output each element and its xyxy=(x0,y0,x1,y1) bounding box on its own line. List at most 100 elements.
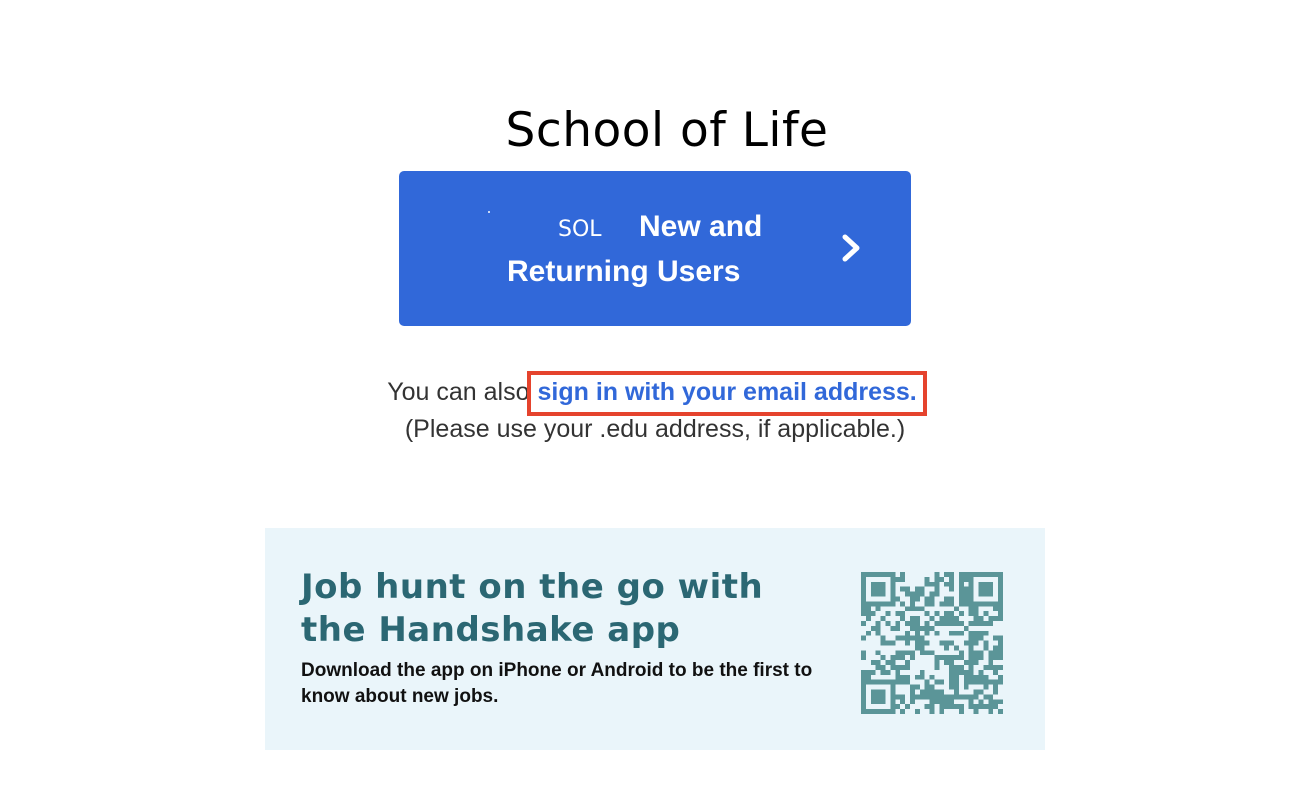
qr-module xyxy=(998,601,1003,607)
qr-module xyxy=(924,625,930,631)
qr-module xyxy=(905,650,910,656)
qr-module xyxy=(929,601,935,607)
qr-module xyxy=(880,689,886,695)
qr-module xyxy=(861,684,866,690)
qr-module xyxy=(963,679,969,685)
qr-module xyxy=(885,669,891,675)
qr-module xyxy=(993,689,999,695)
qr-module xyxy=(954,630,959,636)
qr-module xyxy=(973,704,979,710)
qr-module xyxy=(929,581,935,587)
qr-module xyxy=(900,650,906,656)
qr-module xyxy=(983,674,989,680)
qr-module xyxy=(924,601,930,607)
qr-module xyxy=(890,572,896,577)
qr-module xyxy=(865,709,871,714)
qr-module xyxy=(924,679,930,685)
qr-module xyxy=(998,586,1003,592)
qr-module xyxy=(914,616,920,621)
qr-module xyxy=(914,630,920,636)
qr-module xyxy=(958,704,964,710)
qr-module xyxy=(919,650,925,656)
qr-module xyxy=(875,660,881,666)
app-promo-banner: Job hunt on the go with the Handshake ap… xyxy=(265,528,1045,750)
qr-module xyxy=(963,586,969,592)
qr-module xyxy=(909,650,915,656)
email-signin-link[interactable]: sign in with your email address. xyxy=(527,371,927,416)
qr-module xyxy=(983,704,989,710)
qr-module xyxy=(958,591,964,597)
qr-module xyxy=(861,611,866,617)
qr-module xyxy=(870,601,876,607)
qr-module xyxy=(909,684,915,690)
qr-module xyxy=(963,591,969,597)
qr-module xyxy=(978,674,984,680)
qr-module xyxy=(949,660,955,666)
qr-module xyxy=(909,655,915,661)
qr-module xyxy=(993,704,999,710)
qr-module xyxy=(905,674,910,680)
qr-module xyxy=(870,591,876,597)
qr-module xyxy=(973,660,979,666)
qr-module xyxy=(998,709,1003,714)
sso-button-label: New and Returning Users xyxy=(507,210,763,288)
qr-module xyxy=(973,630,979,636)
qr-module xyxy=(929,704,935,710)
qr-module xyxy=(949,640,955,646)
qr-module xyxy=(998,591,1003,597)
qr-module xyxy=(875,606,881,612)
qr-module xyxy=(998,665,1003,670)
qr-module xyxy=(885,709,891,714)
qr-module xyxy=(949,684,955,690)
qr-module xyxy=(885,620,891,626)
chevron-right-icon xyxy=(842,234,860,262)
qr-module xyxy=(934,630,940,636)
qr-module xyxy=(998,650,1003,656)
qr-module xyxy=(890,709,896,714)
qr-module xyxy=(890,581,896,587)
qr-module xyxy=(998,576,1003,582)
qr-module xyxy=(963,572,969,577)
qr-module xyxy=(963,684,969,690)
qr-module xyxy=(949,576,955,582)
qr-module xyxy=(988,572,994,577)
qr-module xyxy=(875,625,881,631)
qr-module xyxy=(861,606,866,612)
qr-module xyxy=(944,655,950,661)
qr-module xyxy=(890,689,896,695)
qr-module xyxy=(954,655,959,661)
qr-module xyxy=(934,679,940,685)
qr-module xyxy=(900,601,906,607)
qr-module xyxy=(905,635,910,641)
qr-module xyxy=(929,684,935,690)
qr-module xyxy=(978,699,984,705)
qr-module xyxy=(865,679,871,685)
qr-module xyxy=(954,674,959,680)
qr-module xyxy=(939,576,945,582)
qr-module xyxy=(993,679,999,685)
qr-module xyxy=(895,596,901,602)
qr-module xyxy=(954,704,959,710)
qr-module xyxy=(909,601,915,607)
qr-module xyxy=(890,704,896,710)
qr-module xyxy=(880,679,886,685)
qr-module xyxy=(958,611,964,617)
qr-module xyxy=(890,684,896,690)
qr-module xyxy=(900,586,906,592)
qr-module xyxy=(958,665,964,670)
qr-module xyxy=(973,679,979,685)
qr-module xyxy=(949,620,955,626)
qr-module xyxy=(880,635,886,641)
qr-module xyxy=(934,665,940,670)
qr-module xyxy=(924,630,930,636)
qr-module xyxy=(954,684,959,690)
qr-module xyxy=(988,581,994,587)
qr-module xyxy=(919,640,925,646)
qr-module xyxy=(870,611,876,617)
qr-module xyxy=(968,669,974,675)
qr-module xyxy=(909,596,915,602)
qr-module xyxy=(861,699,866,705)
sso-login-button[interactable]: SOL New and Returning Users xyxy=(399,171,911,326)
qr-module xyxy=(880,586,886,592)
qr-module xyxy=(963,660,969,666)
